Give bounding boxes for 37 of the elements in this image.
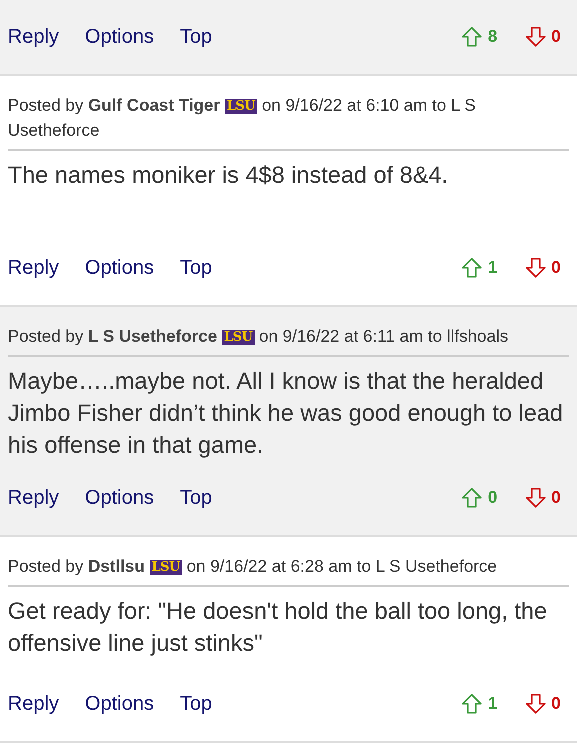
- team-badge: LSU: [225, 99, 258, 114]
- post-body: Maybe…..maybe not. All I know is that the heralded Jimbo Fisher didn’t think he was good enough to lead his offense in that game.: [8, 367, 564, 460]
- top-link[interactable]: Top: [180, 483, 212, 513]
- downvote-arrow-icon[interactable]: [526, 694, 546, 714]
- options-link[interactable]: Options: [85, 483, 154, 513]
- team-badge: LSU: [222, 330, 255, 345]
- upvote-count: 1: [488, 257, 498, 280]
- top-link[interactable]: Top: [180, 22, 212, 52]
- upvote-arrow-icon[interactable]: [462, 27, 482, 47]
- top-link[interactable]: Top: [180, 689, 212, 719]
- upvote-count: 1: [488, 693, 498, 716]
- reply-link[interactable]: Reply: [8, 689, 60, 719]
- post-meta: Posted by Dstllsu LSU on 9/16/22 at 6:28 am to L S Usetheforce: [8, 537, 569, 587]
- downvote-arrow-icon[interactable]: [526, 488, 546, 508]
- reply-link[interactable]: Reply: [8, 483, 60, 513]
- team-badge: LSU: [150, 560, 182, 575]
- upvote-arrow-icon[interactable]: [462, 258, 482, 278]
- options-link[interactable]: Options: [85, 689, 154, 719]
- top-link[interactable]: Top: [180, 253, 212, 283]
- reply-link[interactable]: Reply: [8, 253, 60, 283]
- options-link[interactable]: Options: [85, 253, 154, 283]
- upvote-count: 8: [488, 26, 498, 48]
- downvote-count: 0: [552, 26, 561, 48]
- post-meta: Posted by L S Usetheforce LSU on 9/16/22 at 6:11 am to llfshoals: [8, 307, 569, 357]
- upvote-count: 0: [488, 487, 498, 510]
- downvote-arrow-icon[interactable]: [526, 258, 546, 278]
- post-meta: Posted by Gulf Coast Tiger LSU on 9/16/22 at 6:10 am to L S Usetheforce: [8, 76, 569, 151]
- downvote-arrow-icon[interactable]: [526, 27, 546, 47]
- post-body: Get ready for: "He doesn't hold the ball too long, the offensive line just stinks": [8, 597, 548, 658]
- reply-link[interactable]: Reply: [8, 22, 60, 52]
- options-link[interactable]: Options: [85, 22, 154, 52]
- upvote-arrow-icon[interactable]: [462, 488, 482, 508]
- downvote-count: 0: [552, 693, 561, 716]
- post-body: The names moniker is 4$8 instead of 8&4.: [8, 161, 450, 190]
- downvote-count: 0: [552, 487, 561, 510]
- upvote-arrow-icon[interactable]: [462, 694, 482, 714]
- downvote-count: 0: [552, 257, 561, 280]
